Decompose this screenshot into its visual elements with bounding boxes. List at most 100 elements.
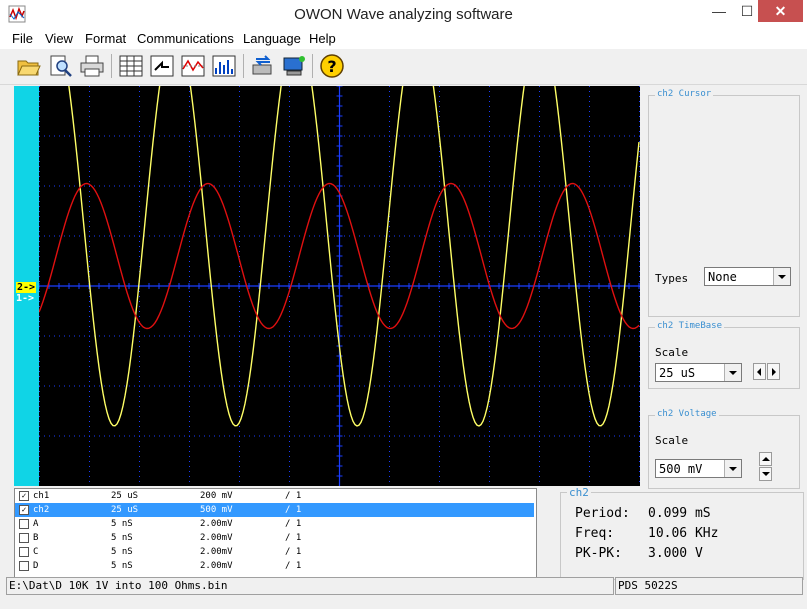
channel-probe-ratio: / 1 bbox=[285, 547, 302, 557]
menu-communications[interactable]: Communications bbox=[137, 31, 234, 46]
timebase-scale-label: Scale bbox=[655, 346, 689, 359]
print-preview-icon[interactable] bbox=[48, 53, 74, 79]
channel-probe-ratio: / 1 bbox=[285, 519, 302, 529]
menu-language[interactable]: Language bbox=[243, 31, 301, 46]
menu-file[interactable]: File bbox=[12, 31, 33, 46]
timebase-scale-select[interactable]: 25 uS bbox=[655, 363, 742, 382]
channel-checkbox[interactable] bbox=[19, 561, 29, 571]
freq-value: 10.06 KHz bbox=[648, 526, 719, 541]
help-icon[interactable]: ? bbox=[319, 53, 345, 79]
waveform-plot bbox=[39, 86, 640, 486]
channel-voltage: 2.00mV bbox=[200, 561, 233, 571]
status-file-path: E:\Dat\D 10K 1V into 100 Ohms.bin bbox=[6, 577, 614, 595]
timebase-scale-value: 25 uS bbox=[659, 366, 696, 380]
channel-timebase: 5 nS bbox=[111, 533, 133, 543]
period-label: Period: bbox=[575, 506, 630, 521]
voltage-group: ch2 Voltage Scale 500 mV bbox=[648, 409, 800, 489]
close-button[interactable]: ✕ bbox=[758, 0, 803, 22]
cursor-group: ch2 Cursor Types None bbox=[648, 89, 800, 317]
channel-voltage: 2.00mV bbox=[200, 533, 233, 543]
graticule bbox=[39, 86, 640, 486]
channel-name: B bbox=[33, 533, 39, 543]
channel-row-d[interactable]: D 5 nS 2.00mV / 1 bbox=[15, 559, 534, 573]
menu-bar: File View Format Communications Language… bbox=[0, 29, 807, 49]
channel-checkbox[interactable]: ✓ bbox=[19, 505, 29, 515]
channel-checkbox[interactable] bbox=[19, 519, 29, 529]
timebase-increase-button[interactable] bbox=[767, 363, 780, 380]
measurement-title: ch2 bbox=[567, 486, 591, 499]
transfer-icon[interactable] bbox=[250, 53, 276, 79]
channel-row-ch1[interactable]: ✓ ch1 25 uS 200 mV / 1 bbox=[15, 489, 534, 503]
toolbar: ? bbox=[0, 50, 807, 85]
arrow-right-icon bbox=[772, 368, 776, 376]
channel-checkbox[interactable]: ✓ bbox=[19, 491, 29, 501]
types-label: Types bbox=[655, 272, 689, 285]
voltage-scale-value: 500 mV bbox=[659, 462, 703, 476]
data-table-icon[interactable] bbox=[118, 53, 144, 79]
channel-voltage: 2.00mV bbox=[200, 547, 233, 557]
arrow-down-icon bbox=[762, 472, 770, 476]
menu-view[interactable]: View bbox=[45, 31, 73, 46]
timebase-group-title: ch2 TimeBase bbox=[655, 321, 725, 331]
voltage-group-title: ch2 Voltage bbox=[655, 409, 719, 419]
menu-format[interactable]: Format bbox=[85, 31, 126, 46]
chevron-down-icon[interactable] bbox=[724, 364, 741, 381]
voltage-decrease-button[interactable] bbox=[759, 467, 772, 481]
channel-row-ch2[interactable]: ✓ ch2 25 uS 500 mV / 1 bbox=[15, 503, 534, 517]
toolbar-separator bbox=[111, 54, 112, 78]
voltage-scale-select[interactable]: 500 mV bbox=[655, 459, 742, 478]
cursor-group-title: ch2 Cursor bbox=[655, 89, 714, 99]
minimize-button[interactable]: — bbox=[705, 0, 733, 22]
toolbar-separator bbox=[312, 54, 313, 78]
channel-checkbox[interactable] bbox=[19, 547, 29, 557]
channel-probe-ratio: / 1 bbox=[285, 561, 302, 571]
channel-name: ch1 bbox=[33, 491, 50, 501]
cursor-types-value: None bbox=[708, 270, 737, 284]
export-icon[interactable] bbox=[149, 53, 175, 79]
channel-row-b[interactable]: B 5 nS 2.00mV / 1 bbox=[15, 531, 534, 545]
voltage-increase-button[interactable] bbox=[759, 452, 772, 466]
channel-list[interactable]: ✓ ch1 25 uS 200 mV / 1 ✓ ch2 25 uS 500 m… bbox=[14, 488, 537, 578]
channel-row-a[interactable]: A 5 nS 2.00mV / 1 bbox=[15, 517, 534, 531]
channel-checkbox[interactable] bbox=[19, 533, 29, 543]
measurement-panel: ch2 Period: 0.099 mS Freq: 10.06 KHz PK-… bbox=[560, 486, 804, 580]
channel-voltage: 2.00mV bbox=[200, 519, 233, 529]
channel-name: A bbox=[33, 519, 39, 529]
print-icon[interactable] bbox=[79, 53, 105, 79]
timebase-decrease-button[interactable] bbox=[753, 363, 766, 380]
channel-name: C bbox=[33, 547, 39, 557]
chevron-down-icon[interactable] bbox=[773, 268, 790, 285]
channel-probe-ratio: / 1 bbox=[285, 491, 302, 501]
channel-probe-ratio: / 1 bbox=[285, 533, 302, 543]
freq-label: Freq: bbox=[575, 526, 615, 541]
status-device-model: PDS 5022S bbox=[615, 577, 803, 595]
toolbar-separator bbox=[243, 54, 244, 78]
ch2-level-marker[interactable]: 2-> bbox=[16, 282, 37, 293]
open-folder-icon[interactable] bbox=[16, 53, 42, 79]
period-value: 0.099 mS bbox=[648, 506, 711, 521]
ch1-level-marker[interactable]: 1-> bbox=[16, 293, 34, 304]
channel-probe-ratio: / 1 bbox=[285, 505, 302, 515]
chevron-down-icon[interactable] bbox=[724, 460, 741, 477]
voltage-scale-label: Scale bbox=[655, 434, 689, 447]
waveform-display[interactable]: 2-> 1-> bbox=[14, 86, 640, 486]
menu-help[interactable]: Help bbox=[309, 31, 336, 46]
spectrum-icon[interactable] bbox=[211, 53, 237, 79]
pkpk-label: PK-PK: bbox=[575, 546, 622, 561]
channel-name: ch2 bbox=[33, 505, 50, 515]
channel-timebase: 5 nS bbox=[111, 519, 133, 529]
device-icon[interactable] bbox=[281, 53, 307, 79]
channel-voltage: 200 mV bbox=[200, 491, 233, 501]
channel-timebase: 5 nS bbox=[111, 547, 133, 557]
waveform-icon[interactable] bbox=[180, 53, 206, 79]
title-bar: OWON Wave analyzing software — ☐ ✕ bbox=[0, 0, 807, 29]
channel-timebase: 5 nS bbox=[111, 561, 133, 571]
timebase-group: ch2 TimeBase Scale 25 uS bbox=[648, 321, 800, 389]
window-title: OWON Wave analyzing software bbox=[294, 6, 513, 23]
channel-row-c[interactable]: C 5 nS 2.00mV / 1 bbox=[15, 545, 534, 559]
maximize-button[interactable]: ☐ bbox=[733, 0, 761, 22]
cursor-types-select[interactable]: None bbox=[704, 267, 791, 286]
arrow-up-icon bbox=[762, 457, 770, 461]
svg-text:?: ? bbox=[327, 57, 336, 76]
pkpk-value: 3.000 V bbox=[648, 546, 703, 561]
